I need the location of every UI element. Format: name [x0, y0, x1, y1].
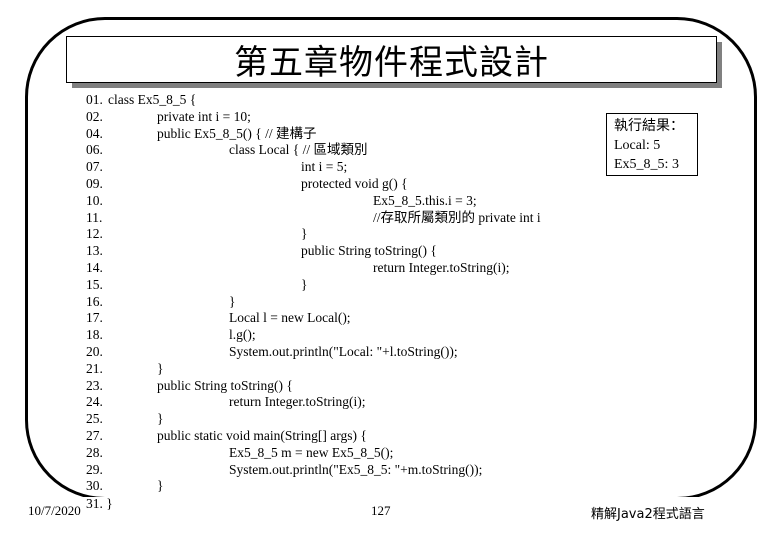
- line-number: 28.: [86, 444, 103, 460]
- line-number: 01.: [86, 92, 103, 107]
- line-number: 11.: [86, 209, 103, 225]
- line-number: 10.: [86, 192, 103, 208]
- line-text: Local l = new Local();: [229, 310, 351, 326]
- line-number: 21.: [86, 360, 103, 376]
- line-text: }: [157, 360, 164, 376]
- line-number: 17.: [86, 310, 103, 326]
- footer-date: 10/7/2020: [28, 503, 81, 518]
- line-text: private int i = 10;: [157, 108, 251, 124]
- code-last-line: 31. }: [86, 496, 113, 512]
- line-text: System.out.println("Ex5_8_5: "+m.toStrin…: [229, 461, 483, 477]
- line-text: //存取所屬類別的 private int i: [373, 209, 541, 225]
- line-number: 20.: [86, 343, 103, 359]
- line-number: 29.: [86, 461, 103, 477]
- footer-book-title: 精解Java2程式語言: [591, 507, 705, 522]
- line-number: 02.: [86, 108, 103, 124]
- line-text: public String toString() {: [301, 243, 437, 259]
- line-number: 27.: [86, 427, 103, 443]
- line-number: 16.: [86, 293, 103, 309]
- line-text: public static void main(String[] args) {: [157, 427, 367, 443]
- line-number: 15.: [86, 276, 103, 292]
- line-text: }: [229, 293, 236, 309]
- line-text: }: [106, 496, 113, 511]
- line-number: 07.: [86, 159, 103, 175]
- line-text: class Local { // 區域類別: [229, 142, 368, 158]
- line-text: }: [157, 478, 164, 494]
- line-number: 24.: [86, 394, 103, 410]
- line-number: 12.: [86, 226, 103, 242]
- line-number: 30.: [86, 478, 103, 494]
- line-number: 04.: [86, 125, 103, 141]
- line-number: 14.: [86, 259, 103, 275]
- line-text: }: [157, 411, 164, 427]
- line-text: }: [301, 226, 308, 242]
- line-text: public Ex5_8_5() { // 建構子: [157, 125, 317, 141]
- line-text: Ex5_8_5 m = new Ex5_8_5();: [229, 444, 394, 460]
- line-text: Ex5_8_5.this.i = 3;: [373, 192, 477, 208]
- line-number: 18.: [86, 327, 103, 343]
- line-number: 31.: [86, 496, 103, 511]
- line-text: class Ex5_8_5 {: [108, 92, 197, 107]
- line-number: 06.: [86, 142, 103, 158]
- result-line: Local: 5: [614, 138, 661, 153]
- line-text: public String toString() {: [157, 377, 293, 393]
- line-text: System.out.println("Local: "+l.toString(…: [229, 343, 458, 359]
- line-number: 25.: [86, 411, 103, 427]
- slide-title: 第五章物件程式設計: [234, 43, 549, 83]
- line-text: }: [301, 276, 308, 292]
- footer-page-number: 127: [371, 503, 391, 518]
- line-text: protected void g() {: [301, 175, 408, 191]
- line-number: 09.: [86, 175, 103, 191]
- line-text: int i = 5;: [301, 159, 348, 175]
- line-text: return Integer.toString(i);: [373, 259, 510, 275]
- line-text: l.g();: [229, 327, 256, 343]
- line-number: 23.: [86, 377, 103, 393]
- title-box: 第五章物件程式設計: [66, 36, 717, 83]
- line-number: 13.: [86, 243, 103, 259]
- result-box: 執行結果： Local: 5 Ex5_8_5: 3: [606, 113, 698, 176]
- line-text: return Integer.toString(i);: [229, 394, 366, 410]
- result-line: Ex5_8_5: 3: [614, 157, 679, 172]
- result-heading: 執行結果：: [614, 118, 684, 134]
